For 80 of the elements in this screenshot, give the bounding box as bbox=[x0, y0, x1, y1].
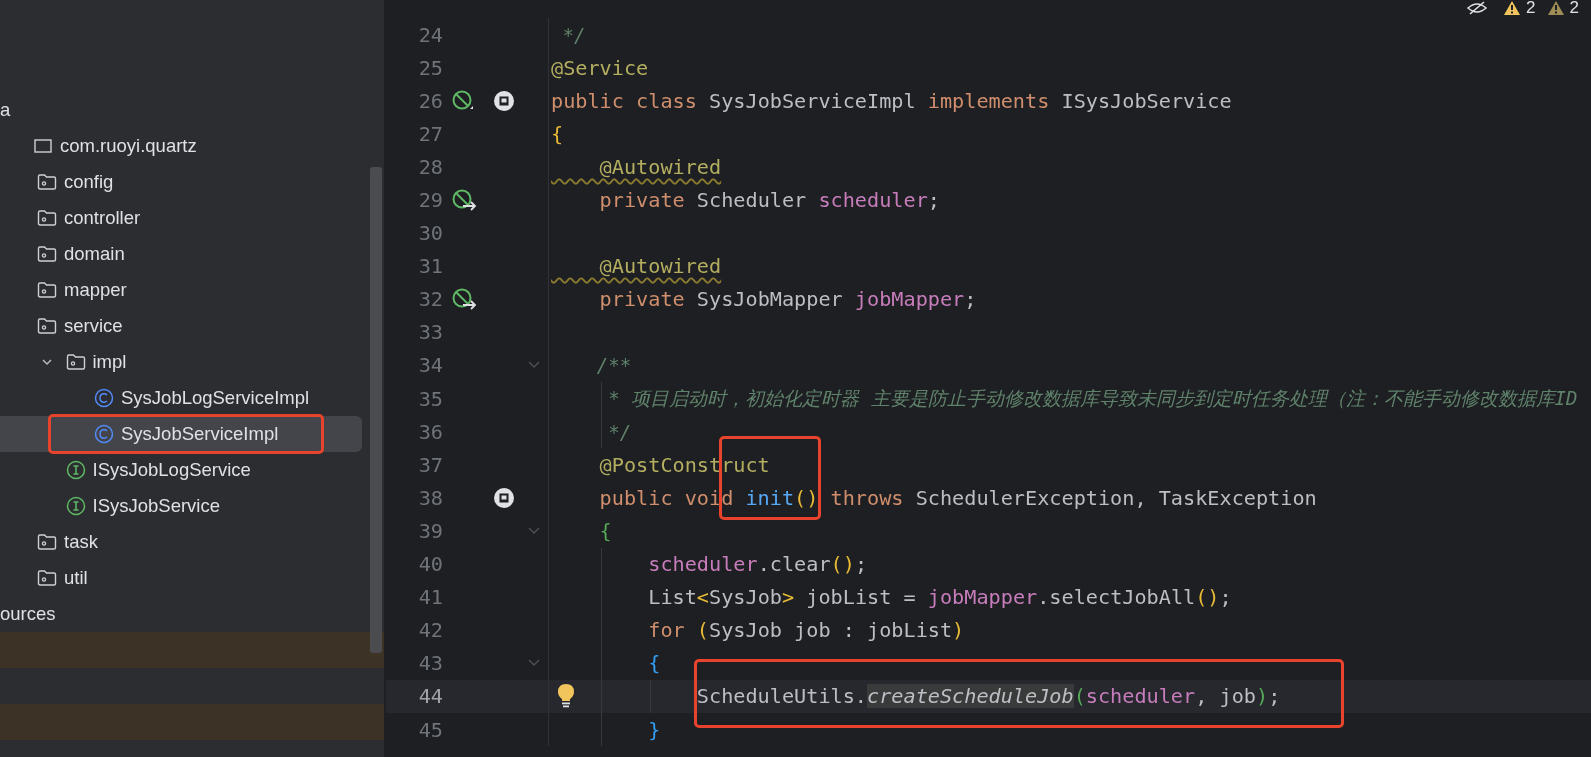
code-line: List<SysJob> jobList = jobMapper.selectJobAll(); bbox=[647, 585, 1232, 610]
warning-icon[interactable] bbox=[1503, 0, 1522, 16]
implements-icon[interactable] bbox=[493, 89, 515, 112]
tree-item[interactable]: a bbox=[0, 92, 362, 128]
folder-icon bbox=[37, 209, 57, 227]
line-number: 25 bbox=[417, 55, 443, 80]
line-number: 34 bbox=[417, 353, 443, 378]
line-number: 24 bbox=[417, 22, 443, 47]
code-line: * 项目启动时，初始化定时器 主要是防止手动修改数据库导致未同步到定时任务处理（注：不能手动修改数据库ID bbox=[607, 385, 1578, 411]
code-line: { bbox=[647, 651, 661, 676]
line-number: 43 bbox=[417, 651, 443, 676]
tree-item[interactable]: service bbox=[0, 308, 362, 344]
package-icon bbox=[33, 137, 53, 155]
interface-icon bbox=[65, 496, 86, 516]
folder-icon bbox=[37, 569, 57, 587]
code-line: for (SysJob job : jobList) bbox=[647, 618, 965, 643]
weak-warning-icon[interactable] bbox=[1546, 0, 1565, 16]
lightbulb-icon[interactable] bbox=[557, 682, 575, 709]
bean-arrow-icon[interactable] bbox=[451, 188, 477, 212]
line-number: 31 bbox=[417, 254, 443, 279]
folder-icon bbox=[65, 353, 86, 371]
tree-item[interactable]: impl bbox=[0, 344, 362, 380]
line-number: 42 bbox=[417, 618, 443, 643]
line-number: 37 bbox=[417, 452, 443, 477]
tree-item[interactable]: ISysJobService bbox=[0, 488, 362, 524]
folder-icon bbox=[37, 245, 57, 263]
code-line: private Scheduler scheduler; bbox=[598, 188, 940, 212]
line-number: 32 bbox=[417, 287, 443, 312]
warning-count: 2 bbox=[1526, 0, 1536, 18]
line-number: 41 bbox=[417, 585, 443, 610]
line-number: 39 bbox=[417, 518, 443, 543]
code-line: @Autowired bbox=[598, 254, 722, 279]
line-number: 40 bbox=[417, 552, 443, 577]
line-number: 36 bbox=[417, 419, 443, 444]
chevron-icon[interactable] bbox=[40, 356, 53, 368]
code-line: ScheduleUtils.createScheduleJob(scheduler, job); bbox=[695, 684, 1281, 709]
line-number: 45 bbox=[417, 717, 443, 742]
class-icon bbox=[94, 424, 114, 444]
tree-item[interactable]: mapper bbox=[0, 272, 362, 308]
line-number: 27 bbox=[417, 121, 443, 146]
tree-item[interactable]: task bbox=[0, 524, 362, 560]
tree-item[interactable]: controller bbox=[0, 200, 362, 236]
bean-arrow-icon[interactable] bbox=[451, 287, 477, 312]
line-number: 30 bbox=[417, 221, 443, 246]
interface-icon bbox=[65, 460, 86, 480]
tree-item[interactable]: ISysJobLogService bbox=[0, 452, 362, 488]
folder-icon bbox=[37, 281, 57, 299]
folder-icon bbox=[37, 317, 57, 335]
code-line: public class SysJobServiceImpl implements ISysJobService bbox=[551, 88, 1232, 113]
line-number: 38 bbox=[417, 485, 443, 510]
code-line: @Autowired bbox=[598, 154, 722, 179]
code-line: /** bbox=[595, 353, 632, 378]
code-line: { bbox=[551, 121, 564, 146]
code-line: scheduler.clear(); bbox=[647, 552, 868, 577]
line-number: 35 bbox=[417, 386, 443, 411]
line-number: 29 bbox=[417, 188, 443, 212]
tree-item[interactable]: com.ruoyi.quartz bbox=[0, 128, 362, 164]
tree-item[interactable]: SysJobServiceImpl bbox=[0, 416, 362, 452]
implements-icon[interactable] bbox=[493, 486, 515, 509]
folder-icon bbox=[37, 533, 57, 551]
weak-warning-count: 2 bbox=[1569, 0, 1579, 18]
line-number: 44 bbox=[417, 684, 443, 709]
tree-item[interactable]: util bbox=[0, 560, 362, 596]
scrollbar-thumb[interactable] bbox=[370, 167, 382, 653]
tree-item[interactable]: domain bbox=[0, 236, 362, 272]
code-line: } bbox=[647, 717, 661, 742]
tree-item[interactable]: config bbox=[0, 164, 362, 200]
line-number: 33 bbox=[417, 320, 443, 345]
tree-item[interactable]: SysJobLogServiceImpl bbox=[0, 380, 362, 416]
line-number: 28 bbox=[417, 154, 443, 179]
class-icon bbox=[94, 388, 114, 408]
tree-item[interactable]: ources bbox=[0, 596, 362, 632]
folder-icon bbox=[37, 173, 57, 191]
code-line: */ bbox=[607, 419, 632, 444]
code-line: @Service bbox=[551, 55, 649, 80]
hidden-eye-icon[interactable] bbox=[1466, 0, 1489, 16]
code-line: */ bbox=[561, 22, 586, 47]
line-number: 26 bbox=[417, 88, 443, 113]
code-line: { bbox=[598, 518, 612, 543]
code-line: private SysJobMapper jobMapper; bbox=[598, 287, 977, 312]
